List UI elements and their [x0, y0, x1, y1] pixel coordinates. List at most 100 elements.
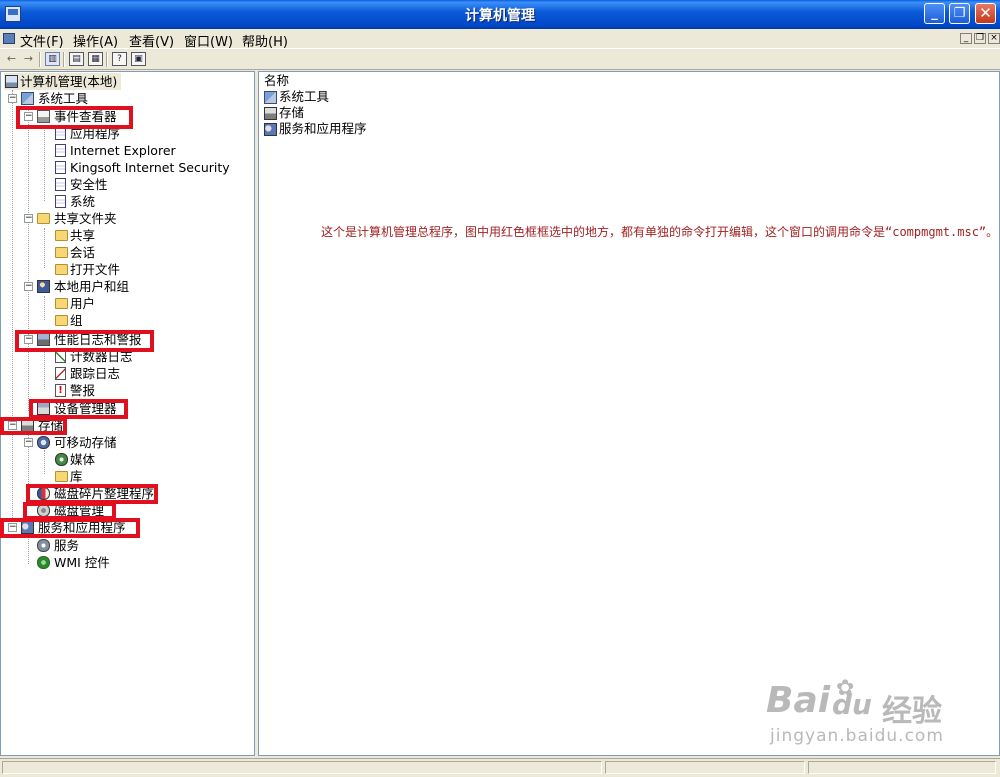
tree-item-label: 用户 — [70, 296, 96, 311]
toolbar-separator — [39, 52, 41, 67]
tree-item-label: 跟踪日志 — [70, 366, 121, 381]
removable-storage-icon — [37, 436, 50, 449]
tree-connector — [44, 348, 45, 389]
highlight-box-device-manager — [29, 399, 128, 419]
menu-bar: 文件(F) 操作(A) 查看(V) 窗口(W) 帮助(H) _ ❐ × — [0, 29, 1000, 50]
tree-item-label: 共享 — [70, 228, 96, 243]
watermark-cn: 经验 — [882, 694, 942, 729]
minimize-button[interactable]: _ — [924, 3, 945, 24]
tree-item-label: 安全性 — [70, 177, 108, 192]
tree-item-label: Internet Explorer — [70, 143, 176, 158]
forward-arrow-icon[interactable]: → — [21, 52, 36, 66]
folder-icon — [55, 315, 68, 326]
storage-icon — [264, 107, 277, 120]
collapse-toggle[interactable]: − — [24, 282, 33, 291]
window-title: 计算机管理 — [465, 8, 535, 24]
baidu-jingyan-watermark: Bai ✿ du 经验 jingyan.baidu.com — [766, 666, 966, 755]
properties-icon[interactable]: ▤ — [69, 52, 84, 66]
list-item-label: 服务和应用程序 — [279, 121, 367, 136]
help-icon[interactable]: ? — [112, 52, 127, 66]
log-icon — [55, 161, 66, 174]
tree-connector — [44, 126, 45, 201]
details-list-pane[interactable]: 名称 系统工具 存储 服务和应用程序 这个是计算机管理总程序，图中用红色框框选中… — [258, 71, 1000, 756]
tree-connector — [44, 296, 45, 320]
status-cell — [808, 761, 996, 774]
highlight-box-disk-defragmenter — [26, 484, 158, 504]
tree-item-label: 可移动存储 — [54, 435, 117, 450]
tree-item-label: 系统 — [70, 194, 96, 209]
mdi-minimize-button[interactable]: _ — [960, 33, 972, 44]
status-cell — [605, 761, 805, 774]
tree-root-computer-management[interactable]: 计算机管理(本地) — [4, 73, 121, 90]
gear-icon — [37, 539, 50, 552]
tree-item-label: WMI 控件 — [54, 555, 110, 570]
tree-connector — [28, 108, 29, 411]
highlight-box-services-and-applications — [0, 518, 140, 538]
collapse-toggle[interactable]: − — [8, 94, 17, 103]
tree-connector — [44, 228, 45, 268]
folder-icon — [55, 298, 68, 309]
tree-item-label: 计算机管理(本地) — [20, 74, 118, 89]
tree-item-label: 组 — [70, 313, 83, 328]
show-hide-tree-icon[interactable]: ▥ — [45, 52, 60, 66]
list-item-label: 存储 — [279, 105, 305, 120]
wmi-icon — [37, 556, 50, 569]
mdi-restore-button[interactable]: ❐ — [974, 33, 986, 44]
list-item-system-tools[interactable]: 系统工具 — [264, 89, 329, 105]
export-list-icon[interactable]: ▦ — [88, 52, 103, 66]
alert-icon: ! — [55, 384, 66, 397]
services-apps-icon — [264, 123, 277, 136]
tree-item-label: 本地用户和组 — [54, 279, 130, 294]
highlight-box-storage — [0, 417, 67, 435]
toolbar-separator — [106, 52, 108, 67]
tree-item-label: 打开文件 — [70, 262, 121, 277]
show-console-tree-icon[interactable]: ▣ — [131, 52, 146, 66]
toolbar: ← → ▥ ▤ ▦ ? ▣ — [0, 48, 1000, 70]
status-bar — [0, 758, 1000, 777]
collapse-toggle[interactable]: − — [24, 214, 33, 223]
tree-item-label: 服务 — [54, 538, 80, 553]
folder-icon — [55, 230, 68, 241]
close-button[interactable]: ✕ — [975, 3, 996, 24]
tools-icon — [21, 92, 34, 105]
folder-icon — [55, 471, 68, 482]
toolbar-separator — [63, 52, 65, 67]
back-arrow-icon[interactable]: ← — [4, 52, 19, 66]
log-icon — [55, 195, 66, 208]
tree-item-label: 会话 — [70, 245, 96, 260]
mdi-close-button[interactable]: × — [988, 33, 1000, 44]
annotation-note: 这个是计算机管理总程序，图中用红色框框选中的地方，都有单独的命令打开编辑，这个窗… — [321, 225, 999, 239]
computer-icon — [5, 75, 18, 88]
highlight-box-performance-logs — [15, 330, 154, 352]
log-icon — [55, 144, 66, 157]
tree-item-label: 系统工具 — [38, 91, 89, 106]
tree-item-label: 库 — [70, 469, 83, 484]
media-icon — [55, 453, 68, 466]
tree-connector — [28, 534, 29, 564]
tree-connector — [44, 450, 45, 474]
watermark-url: jingyan.baidu.com — [770, 726, 944, 746]
column-header-name[interactable]: 名称 — [259, 72, 999, 90]
column-header-label: 名称 — [264, 73, 290, 88]
list-item-label: 系统工具 — [279, 89, 330, 104]
folder-icon — [55, 247, 68, 258]
maximize-button[interactable]: ❐ — [949, 3, 970, 24]
trace-log-icon — [55, 367, 66, 380]
folder-icon — [55, 264, 68, 275]
list-item-storage[interactable]: 存储 — [264, 105, 304, 121]
watermark-brand-du: du — [832, 688, 872, 721]
status-cell — [2, 761, 602, 774]
list-item-services-and-applications[interactable]: 服务和应用程序 — [264, 121, 367, 137]
tree-item-label: 共享文件夹 — [54, 211, 117, 226]
tree-item-label: 警报 — [70, 383, 96, 398]
log-icon — [55, 178, 66, 191]
tree-item-label: Kingsoft Internet Security — [70, 160, 230, 175]
watermark-brand: Bai — [766, 680, 831, 721]
title-bar: 计算机管理 _ ❐ ✕ — [0, 0, 1000, 29]
system-menu-icon[interactable] — [3, 33, 15, 44]
highlight-box-event-viewer — [16, 106, 133, 129]
tools-icon — [264, 91, 277, 104]
collapse-toggle[interactable]: − — [24, 438, 33, 447]
users-icon — [37, 280, 50, 293]
folder-icon — [37, 213, 50, 224]
